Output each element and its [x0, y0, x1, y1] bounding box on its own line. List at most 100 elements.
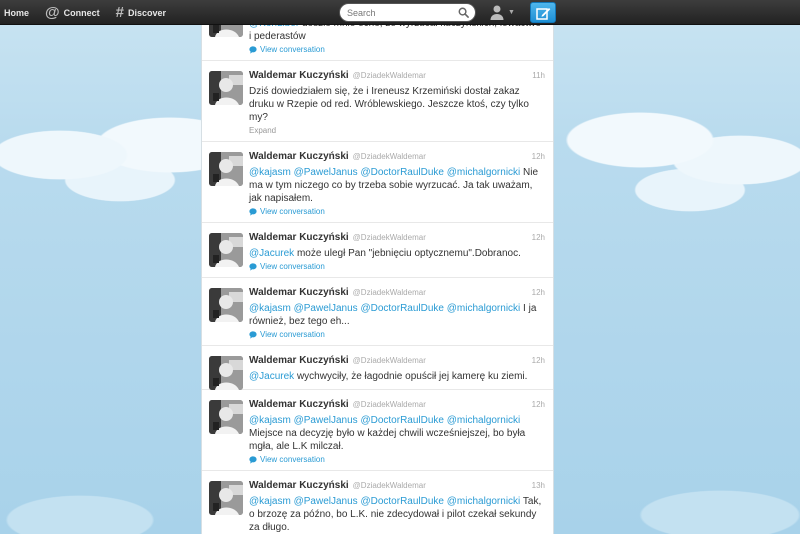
mention-link[interactable]: @PawelJanus	[294, 415, 358, 426]
view-conversation-link[interactable]: View conversation	[249, 207, 545, 216]
mention-link[interactable]: @Jacurek	[249, 371, 294, 382]
tweet-header: Waldemar Kuczyński @DziadekWaldemar 12h	[249, 232, 545, 245]
view-conversation-label: View conversation	[260, 207, 325, 216]
author-handle[interactable]: @DziadekWaldemar	[353, 71, 426, 80]
tweet-header: Waldemar Kuczyński @DziadekWaldemar 12h	[249, 287, 545, 300]
author-handle[interactable]: @DziadekWaldemar	[353, 288, 426, 297]
mention-link[interactable]: @PawelJanus	[294, 496, 358, 507]
avatar[interactable]	[209, 356, 243, 390]
view-conversation-label: View conversation	[260, 45, 325, 54]
author-name[interactable]: Waldemar Kuczyński	[249, 232, 349, 243]
tweet-header: Waldemar Kuczyński @DziadekWaldemar 12h	[249, 151, 545, 164]
chevron-down-icon: ▼	[508, 8, 515, 16]
mention-link[interactable]: @kajasm	[249, 496, 291, 507]
avatar[interactable]	[209, 481, 243, 515]
nav-connect[interactable]: @ Connect	[45, 5, 100, 20]
speech-bubble-icon	[249, 262, 257, 271]
author-name[interactable]: Waldemar Kuczyński	[249, 287, 349, 298]
view-conversation-link[interactable]: View conversation	[249, 262, 545, 271]
author-name[interactable]: Waldemar Kuczyński	[249, 70, 349, 81]
mention-link[interactable]: @kajasm	[249, 303, 291, 314]
tweet-text-segment: może uległ Pan "jebnięciu optycznemu".Do…	[294, 248, 521, 259]
tweet-timestamp[interactable]: 12h	[532, 356, 545, 365]
tweet-header: Waldemar Kuczyński @DziadekWaldemar 12h	[249, 355, 545, 368]
mention-link[interactable]: @kajasm	[249, 167, 291, 178]
tweet-item[interactable]: Waldemar Kuczyński @DziadekWaldemar 13h …	[202, 471, 553, 534]
speech-bubble-icon	[249, 207, 257, 216]
tweet-item[interactable]: Waldemar Kuczyński @DziadekWaldemar 12h …	[202, 278, 553, 346]
tweet-text: @Jacurek wychwyciły, że łagodnie opuścił…	[249, 370, 545, 383]
tweet-timestamp[interactable]: 11h	[532, 71, 545, 80]
tweet-list: Waldemar Kuczyński @DziadekWaldemar 8h @…	[202, 0, 553, 534]
tweet-timestamp[interactable]: 12h	[532, 400, 545, 409]
tweet-text: Dziś dowiedziałem się, że i Ireneusz Krz…	[249, 85, 545, 124]
author-handle[interactable]: @DziadekWaldemar	[353, 400, 426, 409]
nav-discover[interactable]: # Discover	[116, 5, 166, 20]
tweet-text: @Jacurek może uległ Pan "jebnięciu optyc…	[249, 247, 545, 260]
top-navigation-bar: Home @ Connect # Discover ▼	[0, 0, 800, 25]
speech-bubble-icon	[249, 45, 257, 54]
author-name[interactable]: Waldemar Kuczyński	[249, 355, 349, 366]
search-box	[339, 3, 476, 22]
tweet-text-segment: wychwyciły, że łagodnie opuścił jej kame…	[294, 371, 528, 382]
tweet-timestamp[interactable]: 13h	[532, 481, 545, 490]
avatar[interactable]	[209, 400, 243, 434]
author-handle[interactable]: @DziadekWaldemar	[353, 356, 426, 365]
author-name[interactable]: Waldemar Kuczyński	[249, 151, 349, 162]
avatar[interactable]	[209, 233, 243, 267]
mention-link[interactable]: @michalgornicki	[447, 496, 521, 507]
speech-bubble-icon	[249, 455, 257, 464]
mention-link[interactable]: @DoctorRaulDuke	[360, 496, 444, 507]
avatar[interactable]	[209, 288, 243, 322]
author-handle[interactable]: @DziadekWaldemar	[353, 481, 426, 490]
view-conversation-label: View conversation	[260, 455, 325, 464]
tweet-text: @kajasm @PawelJanus @DoctorRaulDuke @mic…	[249, 495, 545, 534]
mention-link[interactable]: @kajasm	[249, 415, 291, 426]
view-conversation-label: View conversation	[260, 330, 325, 339]
mention-link[interactable]: @michalgornicki	[447, 167, 521, 178]
avatar[interactable]	[209, 152, 243, 186]
view-conversation-link[interactable]: View conversation	[249, 330, 545, 339]
author-handle[interactable]: @DziadekWaldemar	[353, 152, 426, 161]
speech-bubble-icon	[249, 330, 257, 339]
hashtag-icon: #	[115, 4, 124, 21]
nav-home[interactable]: Home	[4, 8, 29, 18]
view-conversation-link[interactable]: View conversation	[249, 45, 545, 54]
tweet-item[interactable]: Waldemar Kuczyński @DziadekWaldemar 12h …	[202, 142, 553, 223]
mention-link[interactable]: @Jacurek	[249, 248, 294, 259]
tweet-text: @kajasm @PawelJanus @DoctorRaulDuke @mic…	[249, 166, 545, 205]
tweet-item[interactable]: Waldemar Kuczyński @DziadekWaldemar 11h …	[202, 61, 553, 142]
compose-tweet-button[interactable]	[530, 2, 556, 23]
mention-link[interactable]: @michalgornicki	[447, 415, 521, 426]
search-icon[interactable]	[458, 7, 469, 18]
expand-link[interactable]: Expand	[249, 126, 545, 135]
main-nav: Home @ Connect # Discover	[0, 0, 178, 25]
tweet-item[interactable]: Waldemar Kuczyński @DziadekWaldemar 12h …	[202, 223, 553, 278]
mention-link[interactable]: @PawelJanus	[294, 303, 358, 314]
nav-connect-label: Connect	[63, 7, 100, 18]
tweet-timestamp[interactable]: 12h	[532, 233, 545, 242]
search-input[interactable]	[347, 7, 455, 18]
mention-link[interactable]: @DoctorRaulDuke	[360, 303, 444, 314]
tweet-item[interactable]: Waldemar Kuczyński @DziadekWaldemar 12h …	[202, 346, 553, 390]
user-menu[interactable]: ▼	[489, 4, 515, 20]
mention-link[interactable]: @DoctorRaulDuke	[360, 415, 444, 426]
nav-discover-label: Discover	[128, 7, 167, 18]
tweet-timestamp[interactable]: 12h	[532, 152, 545, 161]
mention-link[interactable]: @PawelJanus	[294, 167, 358, 178]
tweet-header: Waldemar Kuczyński @DziadekWaldemar 11h	[249, 70, 545, 83]
author-handle[interactable]: @DziadekWaldemar	[353, 233, 426, 242]
nav-home-label: Home	[4, 7, 30, 18]
author-name[interactable]: Waldemar Kuczyński	[249, 480, 349, 491]
mention-link[interactable]: @michalgornicki	[447, 303, 521, 314]
tweet-item[interactable]: Waldemar Kuczyński @DziadekWaldemar 12h …	[202, 390, 553, 471]
tweet-timestamp[interactable]: 12h	[532, 288, 545, 297]
avatar[interactable]	[209, 71, 243, 105]
tweet-header: Waldemar Kuczyński @DziadekWaldemar 12h	[249, 399, 545, 412]
tweet-text: @kajasm @PawelJanus @DoctorRaulDuke @mic…	[249, 302, 545, 328]
mention-link[interactable]: @DoctorRaulDuke	[360, 167, 444, 178]
tweet-timeline: Waldemar Kuczyński @DziadekWaldemar 8h @…	[201, 0, 554, 534]
view-conversation-link[interactable]: View conversation	[249, 455, 545, 464]
expand-label: Expand	[249, 126, 277, 135]
author-name[interactable]: Waldemar Kuczyński	[249, 399, 349, 410]
